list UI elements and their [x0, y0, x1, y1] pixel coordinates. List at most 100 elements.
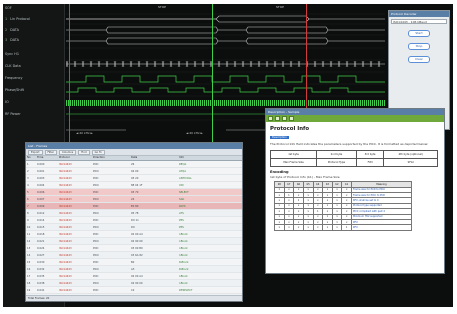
signal-row[interactable]: 1 Lin Protocol	[5, 17, 30, 25]
table-cell: ISO14443	[59, 191, 72, 194]
signal-row[interactable]: Sync H1	[5, 52, 19, 60]
table-cell: ISO14443	[59, 198, 72, 201]
signal-row[interactable]: 3 DATA	[5, 38, 19, 46]
table-cell: 10	[27, 226, 31, 229]
print-icon[interactable]	[289, 116, 294, 121]
goto-button[interactable]: Go To	[91, 150, 105, 155]
table-row[interactable]: 9 0.014 ISO14443 PCD D0 11 PPS	[26, 217, 242, 224]
table-cell: SAK	[179, 198, 185, 201]
table-cell: 11	[27, 233, 31, 236]
encoding-bullet: 1st byte of Protocol Info (b1) - Max Fra…	[270, 174, 340, 179]
table-row[interactable]: 17 0.035 ISO14443 PCD 02 00 A4 I-Block	[26, 273, 242, 280]
table-cell: 0.041	[37, 289, 45, 292]
cursor-green[interactable]	[212, 4, 213, 144]
table-cell: ISO14443	[59, 205, 72, 208]
table-cell: DESELECT	[179, 289, 193, 292]
columns-button[interactable]: Columns	[58, 150, 77, 155]
table-row[interactable]: 3 0.003 ISO14443 PCD 93 20 ANTICOLL	[26, 175, 242, 182]
table-cell: 0.001	[37, 170, 45, 173]
info-paragraph: The Protocol Info field indicates the pa…	[270, 142, 429, 146]
screenshot-frame: SOF 1 Lin Protocol 2 DATA 3 DATA Sync H1 CL…	[0, 0, 457, 314]
table-row[interactable]: 5 0.006 ISO14443 PCD 93 70 SELECT	[26, 189, 242, 196]
find-button[interactable]: Find	[78, 150, 90, 155]
top-label: STOP	[276, 5, 284, 9]
table-cell: 0.021	[37, 240, 45, 243]
forward-icon[interactable]	[275, 116, 280, 121]
signal-row[interactable]: 2 DATA	[5, 28, 19, 36]
signal-row[interactable]: RF Power	[5, 112, 21, 120]
table-row[interactable]: 4 0.004 ISO14443 PICC 88 04 1F UID	[26, 182, 242, 189]
table-row[interactable]: 8 0.012 ISO14443 PICC 05 78 ATS	[26, 210, 242, 217]
table-row[interactable]: 15 0.030 ISO14443 PCD B2 R-Block	[26, 259, 242, 266]
table-row[interactable]: 14 0.027 ISO14443 PICC 03 6A 82 I-Block	[26, 252, 242, 259]
table-row[interactable]: 6 0.007 ISO14443 PICC 24 SAK	[26, 196, 242, 203]
table-cell: PICC	[93, 226, 99, 229]
table-row[interactable]: 11 0.018 ISO14443 PCD 02 00 A4 I-Block	[26, 231, 242, 238]
table-cell: PCD	[93, 275, 99, 278]
svg-text:◄ 40 kHz ►: ◄ 40 kHz ►	[186, 131, 204, 135]
signal-row[interactable]: Frequency	[5, 76, 23, 84]
protocol-info-window: Description - Sample Protocol Info Descr…	[265, 108, 445, 274]
table-cell: PICC	[93, 240, 99, 243]
table-cell: C2	[131, 289, 135, 292]
table-cell: 0.009	[37, 205, 45, 208]
encoding-heading: Encoding	[270, 169, 289, 174]
table-cell: PICC	[93, 282, 99, 285]
clear-button[interactable]: Clear	[408, 56, 430, 63]
export-button[interactable]: Export	[28, 150, 43, 155]
table-row[interactable]: 2 0.001 ISO14443 PICC 04 00 ATQA	[26, 168, 242, 175]
table-row[interactable]: 18 0.038 ISO14443 PICC 02 90 00 I-Block	[26, 280, 242, 287]
table-row[interactable]: 7 0.009 ISO14443 PCD E0 80 RATS	[26, 203, 242, 210]
info-toolbar	[266, 115, 444, 122]
table-row[interactable]: 19 0.041 ISO14443 PCD C2 DESELECT	[26, 287, 242, 294]
table-cell: 0.035	[37, 275, 45, 278]
home-icon[interactable]	[282, 116, 287, 121]
table-cell: PPS	[179, 226, 184, 229]
table-cell: 0.004	[37, 184, 45, 187]
table-row[interactable]: 12 0.021 ISO14443 PICC 02 90 00 I-Block	[26, 238, 242, 245]
table-cell: PCD	[93, 289, 99, 292]
table-cell: A3	[131, 268, 135, 271]
cursor-red[interactable]	[69, 4, 70, 144]
signal-row[interactable]: Phase/Shift	[5, 88, 24, 96]
table-cell: I-Block	[179, 282, 188, 285]
start-button[interactable]: Start	[408, 30, 430, 37]
table-cell: ATQA	[179, 170, 186, 173]
table-cell: 03 6A 82	[131, 254, 143, 257]
table-cell: D0 11	[131, 219, 139, 222]
table-cell: ISO14443	[59, 254, 72, 257]
table-cell: 19	[27, 289, 31, 292]
table-cell: PICC	[93, 268, 99, 271]
svg-text:◄ 40 kHz ►: ◄ 40 kHz ►	[76, 131, 94, 135]
table-cell: PICC	[93, 198, 99, 201]
table-cell: PICC	[93, 212, 99, 215]
table-cell: 0.012	[37, 212, 45, 215]
table-cell: 02 90 00	[131, 282, 143, 285]
filter-button[interactable]: Filter	[44, 150, 57, 155]
table-cell: 0.038	[37, 282, 45, 285]
table-row[interactable]: 16 0.032 ISO14443 PICC A3 R-Block	[26, 266, 242, 273]
signal-row[interactable]: CLK Data	[5, 64, 21, 72]
table-cell: ISO14443	[59, 282, 72, 285]
table-cell: PICC	[93, 170, 99, 173]
table-row[interactable]: 10 0.015 ISO14443 PICC D0 PPS	[26, 224, 242, 231]
table-cell: 15	[27, 261, 31, 264]
table-cell: 4	[27, 184, 29, 187]
back-icon[interactable]	[268, 116, 273, 121]
stop-button[interactable]: Stop	[408, 43, 430, 50]
list-body: 1 0.000 ISO14443 PCD 26 REQA 2 0.001 ISO14443 PIC…	[26, 161, 242, 301]
application-screen: SOF 1 Lin Protocol 2 DATA 3 DATA Sync H1 CL…	[3, 4, 453, 307]
table-cell: ISO14443	[59, 170, 72, 173]
table-cell: PCD	[93, 233, 99, 236]
header-label: SOF	[5, 6, 12, 10]
table-cell: 1	[27, 163, 29, 166]
table-row[interactable]: 1 0.000 ISO14443 PCD 26 REQA	[26, 161, 242, 168]
table-row[interactable]: 13 0.024 ISO14443 PCD 03 00 B0 I-Block	[26, 245, 242, 252]
table-cell: SELECT	[179, 191, 189, 194]
table-cell: RATS	[179, 205, 186, 208]
top-label: STOP	[158, 5, 166, 9]
table-cell: 2	[27, 170, 29, 173]
decoder-select[interactable]: ISO14443 - 106 kBaud	[391, 19, 447, 24]
table-cell: ANTICOLL	[179, 177, 192, 180]
signal-row[interactable]: IO	[5, 100, 9, 108]
